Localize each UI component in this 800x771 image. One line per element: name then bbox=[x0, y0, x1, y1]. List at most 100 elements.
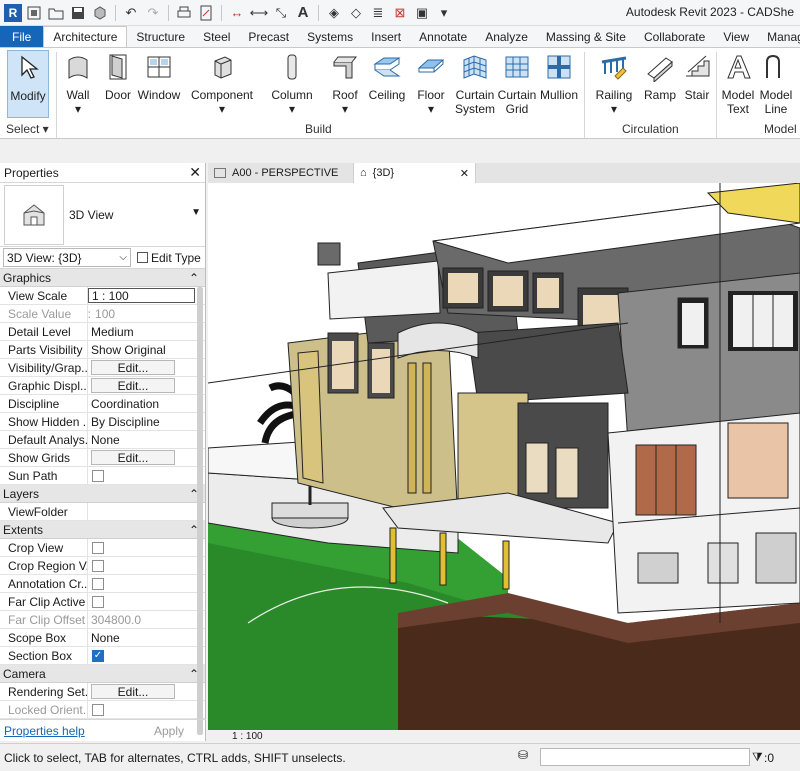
roof-dropdown[interactable]: ▾ bbox=[342, 102, 348, 116]
worksets-icon[interactable]: ⛁ bbox=[518, 748, 528, 762]
thin-lines-icon[interactable]: ≣ bbox=[368, 3, 388, 23]
camera-group-header[interactable]: Camera ⌃ bbox=[0, 665, 205, 683]
property-row[interactable]: Annotation Cr... bbox=[0, 575, 205, 593]
edit-button[interactable]: Edit... bbox=[91, 378, 175, 393]
section-icon[interactable]: ◇ bbox=[346, 3, 366, 23]
property-row[interactable]: Scope Box None bbox=[0, 629, 205, 647]
edit-button[interactable]: Edit... bbox=[91, 450, 175, 465]
select-panel-button[interactable]: Select ▾ bbox=[6, 122, 49, 136]
checkbox[interactable] bbox=[92, 469, 104, 482]
layers-group-header[interactable]: Layers ⌃ bbox=[0, 485, 205, 503]
spot-icon[interactable]: ⤡ bbox=[271, 3, 291, 23]
stair-button[interactable]: Stair bbox=[680, 50, 714, 102]
floor-dropdown[interactable]: ▾ bbox=[428, 102, 434, 116]
property-row[interactable]: Scale Value1:100 bbox=[0, 305, 205, 323]
text-icon[interactable]: A bbox=[293, 3, 313, 23]
view-scale-control[interactable]: 1 : 100 bbox=[232, 731, 263, 742]
sync-icon[interactable] bbox=[90, 3, 110, 23]
railing-button[interactable]: Railing ▾ bbox=[594, 50, 634, 116]
tab-steel[interactable]: Steel bbox=[194, 26, 239, 47]
property-row[interactable]: View Scale 1 : 100 bbox=[0, 287, 205, 305]
ramp-button[interactable]: Ramp bbox=[642, 50, 678, 102]
edit-button[interactable]: Edit... bbox=[91, 684, 175, 699]
property-row[interactable]: Detail Level Medium bbox=[0, 323, 205, 341]
save-icon[interactable] bbox=[68, 3, 88, 23]
customize-toolbar-icon[interactable]: ▾ bbox=[434, 3, 454, 23]
dimension-icon[interactable]: ⟷ bbox=[249, 3, 269, 23]
property-row[interactable]: Discipline Coordination bbox=[0, 395, 205, 413]
tab-massing-site[interactable]: Massing & Site bbox=[537, 26, 635, 47]
edit-type-button[interactable]: Edit Type bbox=[137, 251, 201, 265]
graphics-group-header[interactable]: Graphics ⌃ bbox=[0, 269, 205, 287]
close-icon[interactable]: ✕ bbox=[189, 164, 201, 181]
property-row[interactable]: Section Box ✓ bbox=[0, 647, 205, 665]
tab-file[interactable]: File bbox=[0, 26, 44, 47]
measure-icon[interactable]: ↔ bbox=[227, 3, 247, 23]
extents-group-header[interactable]: Extents ⌃ bbox=[0, 521, 205, 539]
view-scale-input[interactable]: 1 : 100 bbox=[88, 288, 195, 303]
undo-icon[interactable]: ↶ bbox=[121, 3, 141, 23]
property-row[interactable]: Parts Visibility Show Original bbox=[0, 341, 205, 359]
wall-button[interactable]: Wall ▾ bbox=[61, 50, 95, 116]
property-row[interactable]: Visibility/Grap... Edit... bbox=[0, 359, 205, 377]
apply-button[interactable]: Apply bbox=[136, 722, 202, 740]
redo-icon[interactable]: ↷ bbox=[143, 3, 163, 23]
tab-precast[interactable]: Precast bbox=[239, 26, 298, 47]
status-combo[interactable] bbox=[540, 748, 750, 766]
property-row[interactable]: Show Grids Edit... bbox=[0, 449, 205, 467]
ceiling-button[interactable]: Ceiling bbox=[367, 50, 407, 102]
properties-scrollbar[interactable] bbox=[197, 287, 203, 735]
filter-icon[interactable]: ⧩ bbox=[752, 750, 763, 765]
checkbox[interactable] bbox=[92, 559, 104, 572]
edit-button[interactable]: Edit... bbox=[91, 360, 175, 375]
revit-logo-icon[interactable]: R bbox=[4, 3, 22, 22]
property-row[interactable]: Sun Path bbox=[0, 467, 205, 485]
column-button[interactable]: Column ▾ bbox=[270, 50, 314, 116]
roof-button[interactable]: Roof ▾ bbox=[328, 50, 362, 116]
wall-dropdown[interactable]: ▾ bbox=[75, 102, 81, 116]
3d-viewport[interactable] bbox=[208, 183, 800, 730]
home-icon[interactable] bbox=[24, 3, 44, 23]
checkbox[interactable] bbox=[92, 541, 104, 554]
modify-button[interactable]: Modify bbox=[7, 50, 49, 118]
door-button[interactable]: Door bbox=[101, 50, 135, 102]
property-row[interactable]: Graphic Displ... Edit... bbox=[0, 377, 205, 395]
component-button[interactable]: Component ▾ bbox=[190, 50, 254, 116]
close-icon[interactable]: ✕ bbox=[460, 167, 469, 180]
tab-structure[interactable]: Structure bbox=[127, 26, 194, 47]
close-hidden-icon[interactable]: ⊠ bbox=[390, 3, 410, 23]
curtain-system-button[interactable]: Curtain System bbox=[454, 50, 496, 116]
property-row[interactable]: Far Clip Active bbox=[0, 593, 205, 611]
3d-view-icon[interactable]: ◈ bbox=[324, 3, 344, 23]
switch-windows-icon[interactable]: ▣ bbox=[412, 3, 432, 23]
chevron-down-icon[interactable]: ▼ bbox=[191, 207, 201, 218]
instance-filter-dropdown[interactable]: 3D View: {3D} ⌵ bbox=[3, 248, 131, 267]
tab-collaborate[interactable]: Collaborate bbox=[635, 26, 714, 47]
model-line-button[interactable]: Model Line bbox=[758, 50, 794, 116]
sheet-icon[interactable] bbox=[196, 3, 216, 23]
floor-button[interactable]: Floor ▾ bbox=[414, 50, 448, 116]
property-row[interactable]: Rendering Set... Edit... bbox=[0, 683, 205, 701]
checkbox[interactable] bbox=[92, 577, 104, 590]
type-selector[interactable]: 3D View ▼ bbox=[0, 183, 205, 247]
model-text-button[interactable]: Model Text bbox=[720, 50, 756, 116]
checkbox-checked[interactable]: ✓ bbox=[92, 649, 104, 662]
tab-manage[interactable]: Manage bbox=[758, 26, 800, 47]
tab-view[interactable]: View bbox=[714, 26, 758, 47]
checkbox[interactable] bbox=[92, 595, 104, 608]
tab-a00-perspective[interactable]: A00 - PERSPECTIVE bbox=[208, 163, 354, 183]
property-row[interactable]: Crop View bbox=[0, 539, 205, 557]
open-file-icon[interactable] bbox=[46, 3, 66, 23]
tab-architecture[interactable]: Architecture bbox=[43, 26, 128, 47]
mullion-button[interactable]: Mullion bbox=[538, 50, 580, 102]
print-icon[interactable] bbox=[174, 3, 194, 23]
tab-annotate[interactable]: Annotate bbox=[410, 26, 476, 47]
railing-dropdown[interactable]: ▾ bbox=[611, 102, 617, 116]
tab-systems[interactable]: Systems bbox=[298, 26, 362, 47]
window-button[interactable]: Window bbox=[137, 50, 181, 102]
properties-help-link[interactable]: Properties help bbox=[4, 724, 85, 738]
property-row[interactable]: ViewFolder bbox=[0, 503, 205, 521]
column-dropdown[interactable]: ▾ bbox=[289, 102, 295, 116]
property-row[interactable]: Default Analys... None bbox=[0, 431, 205, 449]
tab-analyze[interactable]: Analyze bbox=[476, 26, 537, 47]
